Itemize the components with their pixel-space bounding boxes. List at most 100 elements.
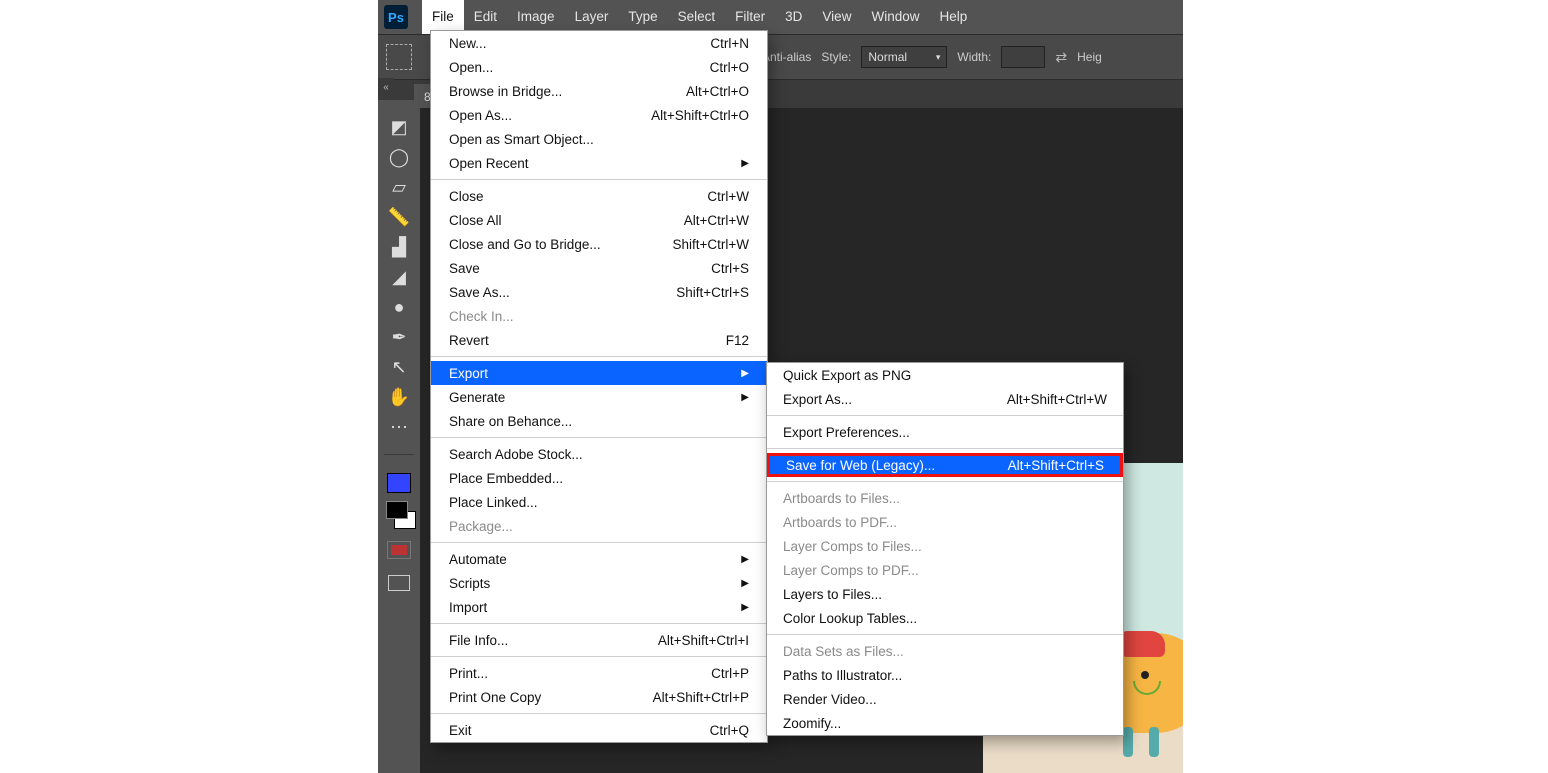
menu-item-label: Open Recent xyxy=(449,156,529,171)
menu-select[interactable]: Select xyxy=(668,0,726,34)
file-menu-item[interactable]: Save As...Shift+Ctrl+S xyxy=(431,280,767,304)
file-menu-item[interactable]: ExitCtrl+Q xyxy=(431,718,767,742)
file-menu-item[interactable]: Import▶ xyxy=(431,595,767,619)
menu-file[interactable]: File xyxy=(422,0,464,34)
submenu-arrow-icon: ▶ xyxy=(741,368,749,379)
menubar: Ps FileEditImageLayerTypeSelectFilter3DV… xyxy=(378,0,1183,34)
file-menu-item[interactable]: Open Recent▶ xyxy=(431,151,767,175)
height-label: Heig xyxy=(1077,50,1102,64)
eraser-tool-icon[interactable]: ◢ xyxy=(384,262,414,292)
file-menu-item[interactable]: Open as Smart Object... xyxy=(431,127,767,151)
toolbox: ◩◯▱📏▟◢●✒↖✋⋯ xyxy=(378,100,420,773)
file-menu-item[interactable]: Place Linked... xyxy=(431,490,767,514)
file-menu-item[interactable]: CloseCtrl+W xyxy=(431,184,767,208)
export-menu-item[interactable]: Save for Web (Legacy)...Alt+Shift+Ctrl+S xyxy=(767,453,1123,477)
menu-separator xyxy=(431,437,767,438)
submenu-arrow-icon: ▶ xyxy=(741,602,749,613)
file-menu-item[interactable]: File Info...Alt+Shift+Ctrl+I xyxy=(431,628,767,652)
chevron-down-icon: ▾ xyxy=(936,52,941,63)
export-menu-item[interactable]: Zoomify... xyxy=(767,711,1123,735)
active-tool-icon[interactable] xyxy=(386,44,412,70)
menu-type[interactable]: Type xyxy=(618,0,667,34)
export-menu-item[interactable]: Paths to Illustrator... xyxy=(767,663,1123,687)
menu-item-label: Save xyxy=(449,261,480,276)
hand-tool-icon[interactable]: ✋ xyxy=(384,382,414,412)
menu-separator xyxy=(767,634,1123,635)
more-tools-icon[interactable]: ⋯ xyxy=(384,412,414,442)
menu-item-shortcut: F12 xyxy=(726,333,749,348)
file-menu-item[interactable]: Scripts▶ xyxy=(431,571,767,595)
menu-item-label: Package... xyxy=(449,519,513,534)
export-menu-item[interactable]: Color Lookup Tables... xyxy=(767,606,1123,630)
export-menu-item[interactable]: Export As...Alt+Shift+Ctrl+W xyxy=(767,387,1123,411)
menu-item-label: Generate xyxy=(449,390,505,405)
quick-mask-icon[interactable] xyxy=(387,541,411,559)
panel-collapse-handle[interactable]: « xyxy=(378,78,394,96)
file-menu-item[interactable]: New...Ctrl+N xyxy=(431,31,767,55)
export-menu-item[interactable]: Render Video... xyxy=(767,687,1123,711)
menu-view[interactable]: View xyxy=(812,0,861,34)
perspective-crop-icon[interactable]: ▱ xyxy=(384,172,414,202)
menu-edit[interactable]: Edit xyxy=(464,0,507,34)
file-menu-item[interactable]: Export ▶ xyxy=(431,361,767,385)
panel-handle-label: « xyxy=(383,82,389,93)
menu-item-label: Export xyxy=(449,366,488,381)
color-swatches[interactable] xyxy=(384,501,414,529)
export-menu-item[interactable]: Layers to Files... xyxy=(767,582,1123,606)
menu-item-label: Zoomify... xyxy=(783,716,841,731)
menu-image[interactable]: Image xyxy=(507,0,565,34)
file-menu-item[interactable]: RevertF12 xyxy=(431,328,767,352)
menu-item-label: Save As... xyxy=(449,285,510,300)
ruler-tool-icon[interactable]: 📏 xyxy=(384,202,414,232)
menu-item-label: Close xyxy=(449,189,484,204)
menu-help[interactable]: Help xyxy=(929,0,977,34)
file-menu: New...Ctrl+NOpen...Ctrl+OBrowse in Bridg… xyxy=(430,30,768,743)
style-select[interactable]: Normal ▾ xyxy=(861,46,947,68)
screen-mode-icon[interactable] xyxy=(388,575,410,591)
menu-separator xyxy=(431,542,767,543)
menu-item-label: New... xyxy=(449,36,487,51)
file-menu-item[interactable]: Open As...Alt+Shift+Ctrl+O xyxy=(431,103,767,127)
menu-3d[interactable]: 3D xyxy=(775,0,812,34)
menu-item-label: Check In... xyxy=(449,309,514,324)
blur-tool-icon[interactable]: ● xyxy=(384,292,414,322)
menu-item-label: Export As... xyxy=(783,392,852,407)
file-menu-item[interactable]: Share on Behance... xyxy=(431,409,767,433)
file-menu-item[interactable]: Search Adobe Stock... xyxy=(431,442,767,466)
file-menu-item[interactable]: Open...Ctrl+O xyxy=(431,55,767,79)
menu-item-label: Layer Comps to PDF... xyxy=(783,563,919,578)
width-input[interactable] xyxy=(1001,46,1045,68)
menu-item-label: Open as Smart Object... xyxy=(449,132,594,147)
menu-separator xyxy=(431,623,767,624)
clone-stamp-icon[interactable]: ▟ xyxy=(384,232,414,262)
menu-window[interactable]: Window xyxy=(861,0,929,34)
file-menu-item[interactable]: Close AllAlt+Ctrl+W xyxy=(431,208,767,232)
export-menu-item[interactable]: Quick Export as PNG xyxy=(767,363,1123,387)
character-hat xyxy=(1121,631,1165,657)
menu-filter[interactable]: Filter xyxy=(725,0,775,34)
file-menu-item[interactable]: Print One CopyAlt+Shift+Ctrl+P xyxy=(431,685,767,709)
menu-item-label: Automate xyxy=(449,552,507,567)
file-menu-item[interactable]: Browse in Bridge...Alt+Ctrl+O xyxy=(431,79,767,103)
default-colors-icon[interactable] xyxy=(386,501,408,519)
menu-separator xyxy=(431,656,767,657)
export-menu-item[interactable]: Export Preferences... xyxy=(767,420,1123,444)
direct-select-icon[interactable]: ↖ xyxy=(384,352,414,382)
swap-dimensions-icon[interactable]: ⇄ xyxy=(1055,49,1067,66)
file-menu-item[interactable]: Automate▶ xyxy=(431,547,767,571)
photoshop-window: Ps FileEditImageLayerTypeSelectFilter3DV… xyxy=(378,0,1183,773)
pen-tool-icon[interactable]: ✒ xyxy=(384,322,414,352)
file-menu-item[interactable]: Place Embedded... xyxy=(431,466,767,490)
file-menu-item[interactable]: Save Ctrl+S xyxy=(431,256,767,280)
crop-tool-icon[interactable]: ◩ xyxy=(384,112,414,142)
file-menu-item[interactable]: Close and Go to Bridge...Shift+Ctrl+W xyxy=(431,232,767,256)
file-menu-item[interactable]: Generate▶ xyxy=(431,385,767,409)
foreground-color-swatch[interactable] xyxy=(387,473,411,493)
menu-item-label: Open As... xyxy=(449,108,512,123)
lasso-tool-icon[interactable]: ◯ xyxy=(384,142,414,172)
menu-item-shortcut: Ctrl+S xyxy=(711,261,749,276)
menu-separator xyxy=(431,356,767,357)
file-menu-item[interactable]: Print...Ctrl+P xyxy=(431,661,767,685)
menu-item-label: Browse in Bridge... xyxy=(449,84,562,99)
menu-layer[interactable]: Layer xyxy=(565,0,619,34)
